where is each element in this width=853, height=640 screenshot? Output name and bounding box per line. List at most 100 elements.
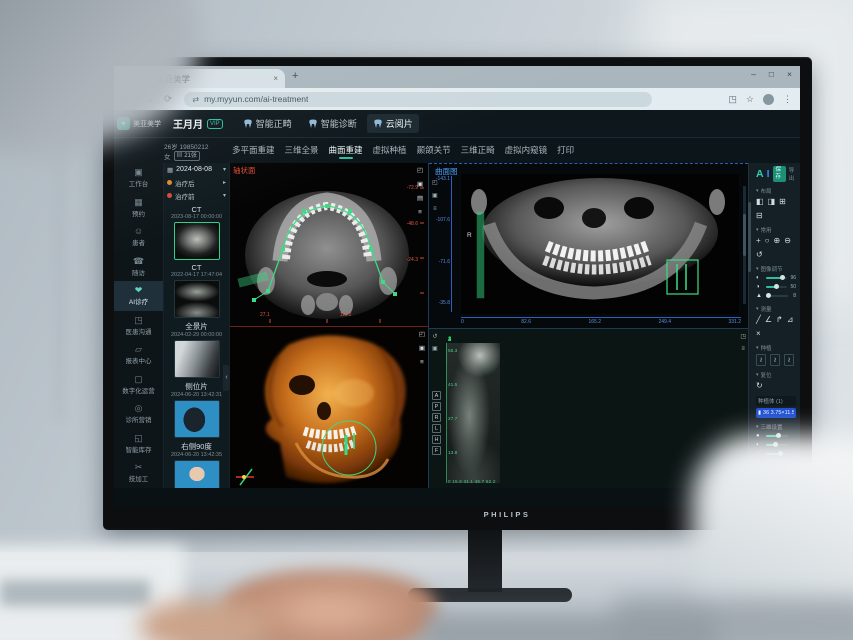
common-tool-icon[interactable]: +	[756, 236, 761, 246]
bookmark-icon[interactable]: ☆	[746, 94, 754, 105]
sidebar-item[interactable]: ▱ 报表中心	[114, 340, 163, 370]
implant-tool-icon[interactable]: ≀	[770, 354, 780, 366]
viewport-tool-icon[interactable]: ↺	[432, 334, 437, 341]
study-thumbnail[interactable]	[174, 280, 220, 318]
sidebar-item[interactable]: ✂ 技加工	[114, 458, 163, 488]
layout-tool-icon[interactable]: ⊞	[779, 197, 786, 207]
sidebar-item[interactable]: ◳ 医患沟通	[114, 311, 163, 341]
viewport-tool-icon[interactable]: ≡	[420, 359, 424, 366]
viewport-tool-icon[interactable]: ◰	[419, 331, 425, 338]
viewport-tool-icon[interactable]: ≡	[418, 209, 422, 216]
close-button[interactable]: ×	[787, 69, 792, 79]
viewport-tool-icon[interactable]: ▣	[432, 346, 438, 353]
volume-3d-viewport[interactable]: ◰ ▣ ≡	[230, 327, 428, 488]
slider-fill[interactable]	[766, 435, 779, 437]
measure-tool-icon[interactable]: ╱	[756, 315, 761, 325]
orientation-button[interactable]: A	[432, 391, 441, 400]
right-panel-scrollbar[interactable]	[748, 202, 751, 272]
slider-track[interactable]	[766, 453, 788, 455]
viewport-tool-icon[interactable]: ▣	[419, 345, 425, 352]
slider-track[interactable]	[766, 277, 788, 279]
search-tabs-button[interactable]: ▾	[118, 71, 131, 84]
sidebar-item[interactable]: ▣ 工作台	[114, 163, 163, 193]
view-menu-item[interactable]: 多平面重建	[232, 144, 275, 159]
slider-fill[interactable]	[766, 444, 776, 446]
panoramic-viewport[interactable]: 曲面图 ◰▣≡ -143.1-107.6-71.6-35.8	[429, 163, 748, 328]
study-group-row[interactable]: 治疗后 ▸	[164, 176, 229, 189]
reset-view-icon[interactable]: ↻	[756, 381, 763, 391]
study-thumbnail[interactable]	[174, 460, 220, 488]
orientation-button[interactable]: F	[432, 446, 441, 455]
study-item[interactable]: 右侧90度 2024-06-20 13:42:35	[164, 441, 229, 488]
browser-tab[interactable]: 美亚美学 ×	[135, 69, 285, 88]
sidebar-item[interactable]: ◎ 诊所营销	[114, 399, 163, 429]
slider-fill[interactable]	[766, 295, 769, 297]
study-item[interactable]: CT 2023-08-17 00:00:00	[164, 205, 229, 260]
study-group-row[interactable]: 治疗前 ▾	[164, 189, 229, 202]
slider-track[interactable]	[766, 295, 788, 297]
study-item[interactable]: 侧位片 2024-06-20 13:42:31	[164, 381, 229, 438]
layout-tool-icon[interactable]: ◨	[768, 197, 776, 207]
sidebar-item[interactable]: ☎ 随访	[114, 252, 163, 282]
reload-icon[interactable]: ⟳	[164, 94, 172, 105]
maximize-button[interactable]: □	[769, 69, 774, 79]
implant-list-row-selected[interactable]: ▮ 36 3.75×11.5	[756, 408, 796, 418]
app-tab[interactable]: 智能正畸	[237, 114, 298, 133]
extensions-icon[interactable]: ◳	[728, 94, 737, 105]
sidebar-item[interactable]: ❤ AI诊疗	[114, 281, 163, 311]
back-icon[interactable]: ←	[124, 94, 134, 105]
save-button[interactable]: 保存	[773, 166, 786, 182]
orientation-button[interactable]: H	[432, 435, 441, 444]
study-item[interactable]: CT 2022-04-17 17:47:04	[164, 263, 229, 318]
study-thumbnail[interactable]	[174, 222, 220, 260]
measure-tool-icon[interactable]: ⊿	[787, 315, 794, 325]
slider-track[interactable]	[766, 286, 788, 288]
study-date-filter[interactable]: ▦ 2024-08-08 ▾	[164, 163, 229, 176]
tab-close-icon[interactable]: ×	[273, 74, 278, 83]
layout-tool-icon[interactable]: ⊟	[756, 211, 763, 221]
browser-menu-icon[interactable]: ⋮	[783, 94, 792, 105]
profile-avatar[interactable]	[763, 94, 774, 105]
viewport-tool-icon[interactable]: ◳	[740, 334, 746, 341]
photo-count-badge[interactable]: ▤ 21张	[174, 151, 200, 161]
view-menu-item[interactable]: 三维正畸	[461, 144, 495, 159]
pano-scrollbar-thumb[interactable]	[743, 214, 746, 256]
view-menu-item[interactable]: 虚拟种植	[373, 144, 407, 159]
study-thumbnail[interactable]	[174, 340, 220, 378]
slider-fill[interactable]	[766, 286, 777, 288]
study-item[interactable]: 全景片 2024-02-29 00:00:00	[164, 321, 229, 378]
sidebar-item[interactable]: ◱ 智能库存	[114, 429, 163, 459]
viewport-tool-icon[interactable]: ≡	[741, 346, 745, 353]
pano-scrollbar[interactable]	[743, 186, 746, 304]
app-tab[interactable]: 智能诊断	[302, 114, 363, 133]
export-link[interactable]: 导出	[789, 166, 796, 182]
common-tool-icon[interactable]: ↺	[756, 250, 763, 260]
orientation-button[interactable]: P	[432, 402, 441, 411]
viewport-tool-icon[interactable]: ◰	[417, 167, 423, 174]
minimize-button[interactable]: –	[751, 69, 756, 79]
common-tool-icon[interactable]: ⊖	[784, 236, 791, 246]
viewport-tool-icon[interactable]: ▤	[417, 195, 423, 202]
orientation-button[interactable]: L	[432, 424, 441, 433]
measure-tool-icon[interactable]: ↱	[776, 315, 783, 325]
common-tool-icon[interactable]: ○	[765, 236, 770, 246]
cross-sections-viewport[interactable]: ↺▣ APRLHF 55.3 41.5 27.7 13.8	[429, 329, 748, 488]
sidebar-item[interactable]: ▢ 数字化运营	[114, 370, 163, 400]
forward-icon[interactable]: →	[144, 94, 154, 105]
view-menu-item[interactable]: 打印	[557, 144, 574, 159]
measure-tool-icon[interactable]: ×	[756, 329, 761, 339]
measure-tool-icon[interactable]: ∠	[765, 315, 772, 325]
slider-fill[interactable]	[766, 277, 783, 279]
view-menu-item[interactable]: 三维全景	[285, 144, 319, 159]
new-tab-button[interactable]: +	[292, 70, 298, 82]
slider-track[interactable]	[766, 435, 788, 437]
layout-tool-icon[interactable]: ◧	[756, 197, 764, 207]
slider-fill[interactable]	[766, 453, 781, 455]
implant-tool-icon[interactable]: ≀	[756, 354, 766, 366]
sidebar-item[interactable]: ☺ 患者	[114, 222, 163, 252]
app-tab[interactable]: 云阅片	[367, 114, 419, 133]
view-menu-item[interactable]: 虚拟内窥镜	[505, 144, 548, 159]
common-tool-icon[interactable]: ⊕	[774, 236, 781, 246]
slider-track[interactable]	[766, 444, 788, 446]
implant-tool-icon[interactable]: ≀	[784, 354, 794, 366]
